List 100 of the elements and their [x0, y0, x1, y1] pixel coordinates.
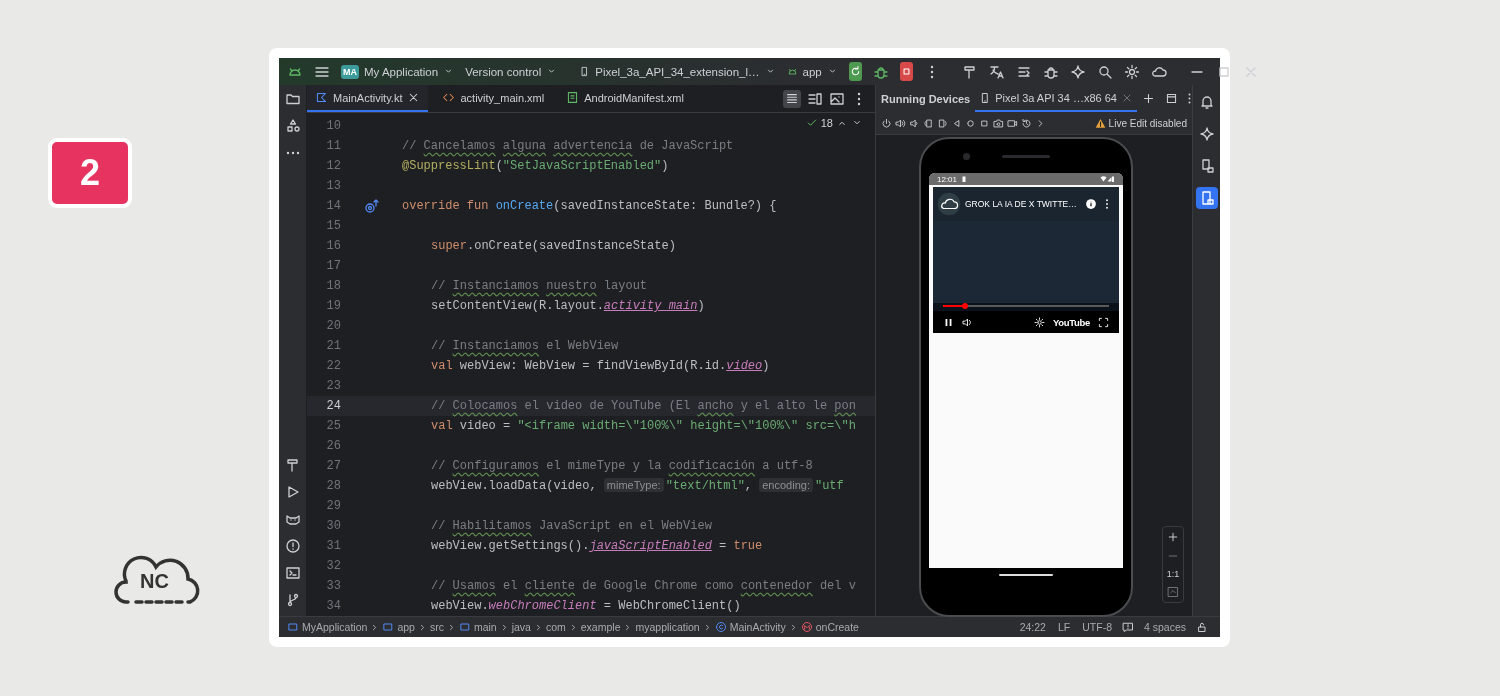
breadcrumb[interactable]: src — [429, 621, 444, 633]
breadcrumb[interactable]: example — [580, 621, 621, 633]
back-icon[interactable] — [951, 117, 962, 129]
sparkle-icon[interactable] — [1069, 63, 1086, 80]
lock-icon[interactable] — [1196, 621, 1208, 633]
check-icon — [805, 117, 818, 129]
video-title[interactable]: GROK LA IA DE X TWITTE… — [965, 199, 1081, 209]
code-line: @SuppressLint("SetJavaScriptEnabled") — [402, 159, 669, 173]
line-number: 32 — [325, 559, 341, 573]
lines-icon[interactable] — [783, 89, 801, 108]
fullscreen-icon[interactable] — [1098, 316, 1109, 328]
module-icon — [458, 621, 471, 633]
breadcrumb[interactable]: MyApplication — [287, 621, 368, 633]
volume-up-icon[interactable] — [895, 117, 906, 129]
layout-icon[interactable] — [1164, 92, 1178, 105]
volume-icon[interactable] — [962, 316, 973, 328]
line-number: 14 — [325, 199, 341, 213]
breadcrumb[interactable]: main — [458, 621, 497, 633]
overview-icon[interactable] — [979, 117, 990, 129]
inspection-count[interactable]: 18 — [820, 117, 833, 129]
code-line: override fun onCreate(savedInstanceState: Bundle?) { — [402, 199, 777, 213]
editor-tab[interactable]: AndroidManifest.xml — [558, 85, 692, 112]
fit-screen-icon[interactable] — [1167, 586, 1179, 598]
version-control-menu[interactable]: Version control — [465, 65, 558, 78]
line-number: 25 — [325, 419, 341, 433]
comment-icon[interactable] — [1121, 621, 1134, 633]
history-icon[interactable] — [1021, 117, 1032, 129]
stop-button[interactable] — [899, 62, 913, 81]
cursor-position[interactable]: 24:22 — [1019, 621, 1046, 633]
channel-avatar-icon[interactable] — [937, 192, 961, 216]
line-number: 31 — [325, 539, 341, 553]
rotate-left-icon[interactable] — [923, 117, 934, 129]
live-edit-status[interactable]: Live Edit disabled — [1108, 117, 1187, 129]
document-icon — [566, 91, 580, 104]
module-icon — [287, 621, 299, 633]
editor-tab[interactable]: MainActivity.kt — [307, 85, 429, 112]
line-number: 22 — [325, 359, 341, 373]
breadcrumb[interactable]: MainActivity — [714, 621, 786, 633]
line-number: 21 — [325, 339, 341, 353]
rerun-button[interactable] — [848, 62, 862, 81]
code-line: webView.loadData(video, mimeType: "text/html", encoding: "utf — [431, 479, 844, 493]
warning-icon — [1094, 117, 1106, 129]
translate-icon[interactable] — [988, 63, 1005, 80]
method-icon — [800, 621, 813, 633]
running-devices-tool-button[interactable] — [1195, 187, 1218, 209]
code-line: // Habilitamos JavaScript en el WebView — [431, 519, 712, 533]
breadcrumb[interactable]: app — [382, 621, 415, 633]
status-time: 12:01 — [937, 174, 958, 184]
file-encoding[interactable]: UTF-8 — [1082, 621, 1112, 633]
code-line: // Colocamos el video de YouTube (El ancho y el alto le pon — [431, 399, 856, 413]
override-marker-icon[interactable] — [363, 198, 380, 214]
code-brackets-icon — [442, 91, 456, 104]
hammer-icon[interactable] — [961, 63, 978, 80]
logo-text: NC — [140, 570, 169, 593]
line-number: 19 — [325, 299, 341, 313]
settings-icon[interactable] — [1123, 63, 1140, 80]
code-line: // Cancelamos alguna advertencia de JavaScript — [402, 139, 734, 153]
line-number: 11 — [325, 139, 341, 153]
signal-icon — [1099, 175, 1115, 183]
add-icon[interactable] — [1141, 92, 1155, 105]
breadcrumb[interactable]: java — [511, 621, 531, 633]
battery-icon — [960, 175, 969, 183]
pause-icon[interactable] — [943, 316, 954, 328]
project-selector[interactable]: MA My Application — [341, 64, 455, 79]
terminal-icon[interactable] — [284, 565, 301, 581]
image-icon[interactable] — [829, 90, 845, 107]
android-icon — [786, 66, 798, 77]
folder-icon[interactable] — [284, 91, 301, 107]
breadcrumb[interactable]: onCreate — [800, 621, 859, 633]
hammer-icon[interactable] — [284, 457, 301, 473]
line-number: 18 — [325, 279, 341, 293]
line-number: 24 — [325, 399, 341, 413]
actual-size-button[interactable]: 1:1 — [1166, 569, 1180, 579]
code-line: // Usamos el cliente de Google Chrome como contenedor del v — [431, 579, 856, 593]
volume-down-icon[interactable] — [909, 117, 920, 129]
line-number: 20 — [325, 319, 341, 333]
split-view-icon[interactable] — [807, 90, 823, 107]
breadcrumb[interactable]: com — [545, 621, 566, 633]
rotate-right-icon[interactable] — [937, 117, 948, 129]
player-logo[interactable]: YouTube — [1052, 316, 1090, 328]
line-number: 30 — [325, 519, 341, 533]
camera-dot — [963, 153, 970, 160]
search-icon[interactable] — [1096, 63, 1113, 80]
code-line: val webView: WebView = findViewById(R.id.video) — [431, 359, 770, 373]
device-selector[interactable]: Pixel_3a_API_34_extension_l… — [579, 65, 776, 78]
line-separator[interactable]: LF — [1057, 621, 1071, 633]
editor-tab[interactable]: activity_main.xml — [434, 85, 553, 112]
shapes-icon[interactable] — [284, 118, 301, 134]
run-config-selector[interactable]: app — [786, 65, 838, 78]
camera-icon[interactable] — [993, 117, 1004, 129]
home-icon[interactable] — [965, 117, 976, 129]
warning-icon[interactable] — [284, 538, 301, 554]
indent-setting[interactable]: 4 spaces — [1143, 621, 1186, 633]
power-icon[interactable] — [881, 117, 892, 129]
line-number: 16 — [325, 239, 341, 253]
breadcrumb[interactable]: myapplication — [635, 621, 700, 633]
zoom-in-icon[interactable] — [1167, 531, 1179, 543]
video-camera-icon[interactable] — [1007, 117, 1018, 129]
class-icon — [714, 621, 727, 633]
info-icon[interactable] — [1085, 198, 1097, 210]
